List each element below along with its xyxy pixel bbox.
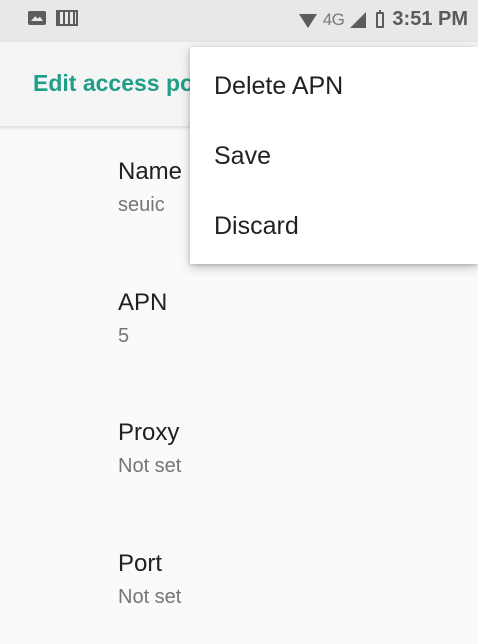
- pref-port-title: Port: [118, 550, 163, 577]
- pref-proxy-value: Not set: [118, 455, 182, 477]
- pref-apn-value: 5: [118, 325, 130, 347]
- pref-port[interactable]: Port Not set: [118, 550, 181, 610]
- image-notification-icon: [28, 11, 46, 25]
- pref-name-title: Name: [118, 158, 183, 185]
- notification-icons: [28, 10, 78, 26]
- pref-apn[interactable]: APN 5: [118, 289, 167, 349]
- pref-proxy-title: Proxy: [118, 419, 180, 446]
- sim-card-icon: [56, 10, 78, 26]
- battery-icon: [376, 9, 385, 28]
- overflow-menu: Delete APN Save Discard: [190, 47, 478, 264]
- pref-name[interactable]: Name seuic: [118, 158, 182, 218]
- pref-name-value: seuic: [118, 194, 165, 216]
- cell-signal-icon: [350, 11, 367, 28]
- pref-proxy[interactable]: Proxy Not set: [118, 419, 181, 479]
- menu-item-save[interactable]: Save: [190, 122, 478, 190]
- wifi-icon: [298, 13, 317, 28]
- menu-item-discard[interactable]: Discard: [190, 192, 478, 260]
- clock: 3:51 PM: [392, 8, 468, 30]
- network-type: 4G: [322, 9, 345, 29]
- pref-apn-title: APN: [118, 289, 168, 316]
- system-status: 4G 3:51 PM: [298, 8, 468, 31]
- status-bar: 4G 3:51 PM: [0, 0, 478, 42]
- apn-editor-screen: 4G 3:51 PM Edit access point Name seuic …: [0, 0, 478, 644]
- menu-item-delete-apn[interactable]: Delete APN: [190, 52, 478, 120]
- pref-port-value: Not set: [118, 586, 182, 608]
